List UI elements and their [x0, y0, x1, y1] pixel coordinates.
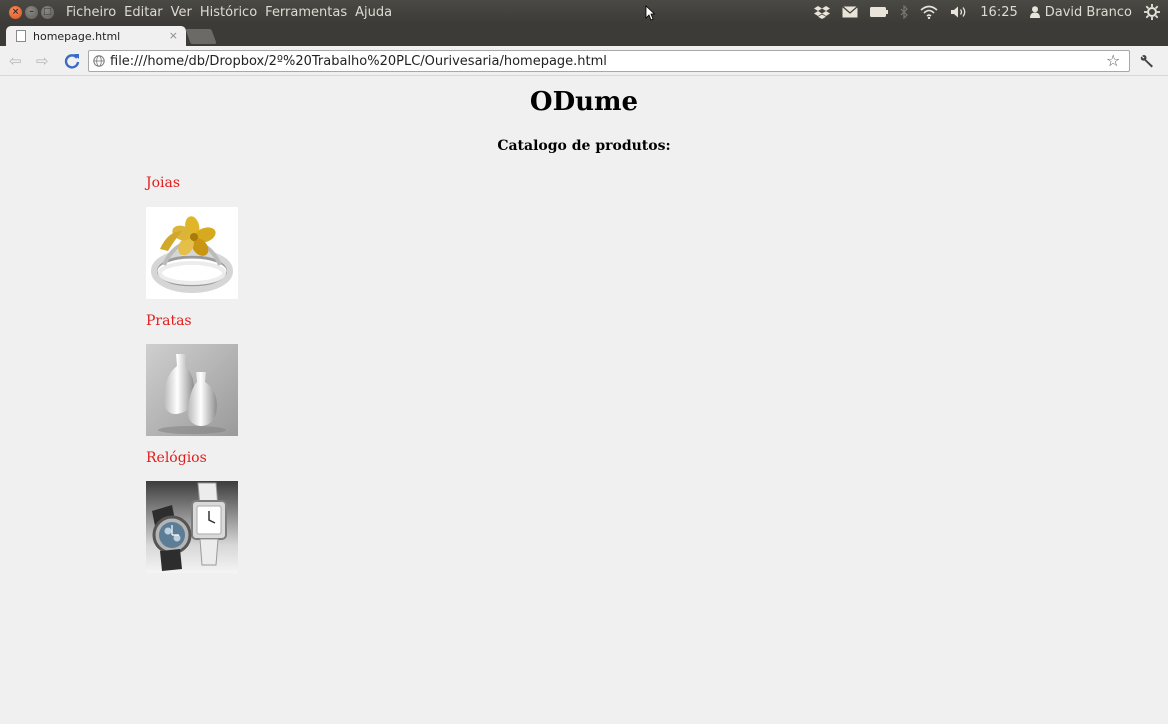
tab-title: homepage.html — [33, 29, 121, 43]
wrench-icon[interactable] — [1139, 53, 1155, 69]
menu-ferramentas[interactable]: Ferramentas — [265, 5, 347, 20]
page-content: ODume Catalogo de produtos: Joias Pratas — [0, 77, 1168, 724]
tab-close-icon[interactable]: × — [169, 29, 178, 42]
menu-ficheiro[interactable]: Ficheiro — [66, 5, 116, 20]
silver-vases-image[interactable] — [146, 344, 238, 436]
app-menu: Ficheiro Editar Ver Histórico Ferramenta… — [66, 5, 392, 20]
bluetooth-icon[interactable] — [900, 5, 909, 19]
globe-icon — [93, 55, 105, 67]
navigation-bar: ⇦ ⇨ file:///home/db/Dropbox/2º%20Trabalh… — [0, 46, 1168, 76]
forward-button[interactable]: ⇨ — [36, 52, 49, 70]
wifi-icon[interactable] — [920, 5, 938, 19]
address-bar[interactable]: file:///home/db/Dropbox/2º%20Trabalho%20… — [88, 50, 1130, 72]
menu-historico[interactable]: Histórico — [200, 5, 257, 20]
power-gear-icon[interactable] — [1144, 4, 1160, 20]
category-link-joias[interactable]: Joias — [146, 175, 180, 191]
dropbox-icon[interactable] — [814, 5, 831, 19]
menu-editar[interactable]: Editar — [124, 5, 163, 20]
user-menu[interactable]: David Branco — [1029, 4, 1132, 20]
menu-ver[interactable]: Ver — [171, 5, 192, 20]
mail-icon[interactable] — [842, 6, 859, 18]
top-menu-bar: × – □ Ficheiro Editar Ver Histórico Ferr… — [0, 0, 1168, 24]
window-minimize-button[interactable]: – — [25, 5, 38, 19]
category-link-relogios[interactable]: Relógios — [146, 450, 207, 466]
bookmark-star-icon[interactable]: ☆ — [1106, 51, 1120, 70]
category-link-pratas[interactable]: Pratas — [146, 313, 192, 329]
volume-icon[interactable] — [950, 5, 968, 19]
back-button[interactable]: ⇦ — [9, 52, 22, 70]
page-subtitle: Catalogo de produtos: — [497, 138, 671, 154]
mouse-cursor-icon — [645, 5, 655, 21]
tab-homepage[interactable]: homepage.html × — [6, 26, 186, 46]
user-icon — [1029, 6, 1040, 18]
page-icon — [16, 30, 26, 42]
url-text: file:///home/db/Dropbox/2º%20Trabalho%20… — [110, 53, 607, 69]
page-title: ODume — [529, 87, 639, 117]
reload-icon[interactable] — [64, 53, 80, 69]
battery-icon[interactable] — [870, 7, 889, 17]
ring-image[interactable] — [146, 207, 238, 299]
tab-strip: homepage.html × — [0, 24, 1168, 46]
window-controls: × – □ — [9, 5, 54, 19]
system-tray: 16:25 David Branco — [814, 0, 1160, 24]
clock[interactable]: 16:25 — [980, 5, 1017, 20]
watches-image[interactable] — [146, 481, 238, 573]
window-close-button[interactable]: × — [9, 5, 22, 19]
window-maximize-button[interactable]: □ — [41, 5, 54, 19]
user-name: David Branco — [1044, 4, 1132, 20]
new-tab-button[interactable] — [185, 29, 217, 44]
menu-ajuda[interactable]: Ajuda — [355, 5, 392, 20]
